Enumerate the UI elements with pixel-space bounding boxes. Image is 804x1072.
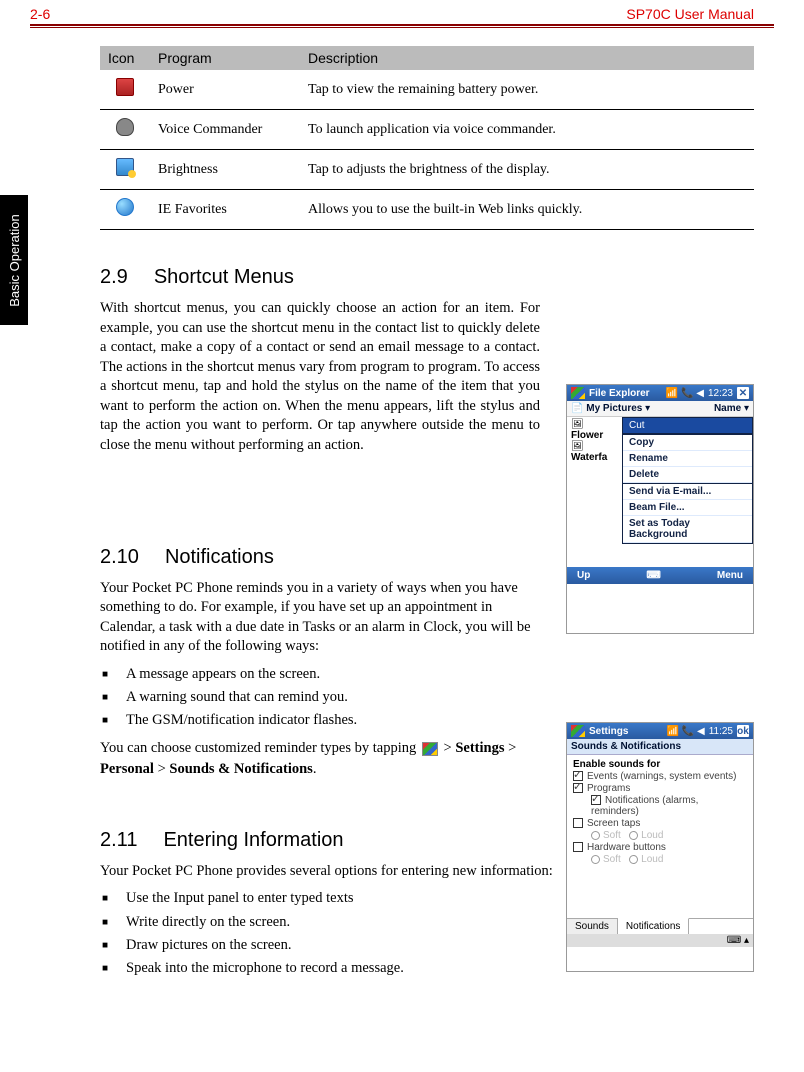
radio-loud: Loud — [641, 830, 663, 841]
section-number: 2.9 — [100, 266, 128, 289]
radio-icon — [629, 831, 638, 840]
opt-events: Events (warnings, system events) — [587, 771, 737, 782]
personal-label: Personal — [100, 761, 154, 777]
radio-soft: Soft — [603, 854, 621, 865]
text: > — [440, 740, 455, 756]
manual-title: SP70C User Manual — [626, 6, 754, 22]
radio-icon — [591, 831, 600, 840]
clock: 12:23 — [708, 388, 733, 399]
radio-loud: Loud — [641, 854, 663, 865]
section-title: Shortcut Menus — [154, 266, 294, 289]
col-program: Program — [150, 46, 300, 70]
context-email: Send via E-mail... — [623, 484, 752, 500]
list-item: The GSM/notification indicator flashes. — [100, 709, 540, 732]
list-item: Write directly on the screen. — [100, 911, 754, 934]
sounds-label: Sounds & Notifications — [169, 761, 312, 777]
checkbox-icon — [573, 783, 583, 793]
program-name: Voice Commander — [150, 110, 300, 150]
sort-label: Name — [714, 403, 741, 414]
panel-title: Sounds & Notifications — [567, 739, 753, 755]
context-cut: Cut — [622, 417, 753, 434]
programs-table: Icon Program Description Power Tap to vi… — [100, 46, 754, 230]
text: > — [504, 740, 516, 756]
folder-name: My Pictures — [586, 403, 642, 414]
section-title: Entering Information — [163, 829, 343, 852]
window-title: File Explorer — [589, 388, 650, 399]
context-rename: Rename — [623, 451, 752, 467]
text: > — [154, 761, 169, 777]
program-name: Brightness — [150, 150, 300, 190]
enable-label: Enable sounds for — [573, 759, 747, 770]
program-name: IE Favorites — [150, 190, 300, 230]
section-number: 2.10 — [100, 546, 139, 569]
clock: 11:25 — [709, 726, 733, 737]
program-desc: Allows you to use the built-in Web links… — [300, 190, 754, 230]
col-icon: Icon — [100, 46, 150, 70]
section-2-9-heading: 2.9 Shortcut Menus — [100, 266, 754, 289]
text: You can choose customized reminder types… — [100, 740, 420, 756]
radio-icon — [591, 855, 600, 864]
notifications-list: A message appears on the screen. A warni… — [100, 663, 540, 733]
softkey-up: Up — [577, 570, 590, 581]
radio-icon — [629, 855, 638, 864]
list-item: Use the Input panel to enter typed texts — [100, 887, 754, 910]
window-title: Settings — [589, 726, 628, 737]
table-row: IE Favorites Allows you to use the built… — [100, 190, 754, 230]
context-delete: Delete — [623, 467, 752, 483]
page-number: 2-6 — [30, 6, 50, 22]
item-flower: Flower — [571, 430, 603, 441]
reminder-path: You can choose customized reminder types… — [100, 738, 540, 779]
section-2-9-body: With shortcut menus, you can quickly cho… — [100, 299, 540, 456]
opt-notifications: Notifications (alarms, reminders) — [591, 795, 698, 817]
program-desc: To launch application via voice commande… — [300, 110, 754, 150]
keyboard-icon: ⌨ — [646, 570, 660, 581]
program-desc: Tap to view the remaining battery power. — [300, 70, 754, 110]
col-description: Description — [300, 46, 754, 70]
item-waterfa: Waterfa — [571, 452, 607, 463]
input-options-list: Use the Input panel to enter typed texts… — [100, 887, 754, 980]
table-row: Voice Commander To launch application vi… — [100, 110, 754, 150]
section-title: Notifications — [165, 546, 274, 569]
section-number: 2.11 — [100, 829, 137, 852]
context-copy: Copy — [623, 435, 752, 451]
context-beam: Beam File... — [623, 500, 752, 516]
section-2-10-intro: Your Pocket PC Phone reminds you in a va… — [100, 579, 540, 657]
table-row: Power Tap to view the remaining battery … — [100, 70, 754, 110]
settings-label: Settings — [455, 740, 504, 756]
file-explorer-screenshot: File Explorer 📶 📞 ◀12:23✕ 📄 My Pictures … — [566, 384, 754, 634]
program-desc: Tap to adjusts the brightness of the dis… — [300, 150, 754, 190]
start-flag-icon — [571, 387, 585, 399]
start-flag-icon — [571, 725, 585, 737]
radio-soft: Soft — [603, 830, 621, 841]
list-item: Speak into the microphone to record a me… — [100, 957, 754, 980]
program-name: Power — [150, 70, 300, 110]
list-item: A warning sound that can remind you. — [100, 686, 540, 709]
list-item: Draw pictures on the screen. — [100, 934, 754, 957]
opt-screentaps: Screen taps — [587, 818, 640, 829]
start-flag-icon — [422, 742, 438, 756]
softkey-menu: Menu — [717, 570, 743, 581]
ok-button: ok — [737, 725, 749, 737]
checkbox-icon — [573, 842, 583, 852]
close-icon: ✕ — [737, 387, 749, 399]
voice-icon — [116, 118, 134, 136]
list-item: A message appears on the screen. — [100, 663, 540, 686]
checkbox-icon — [591, 795, 601, 805]
text: . — [313, 761, 317, 777]
context-background: Set as Today Background — [623, 516, 752, 543]
power-icon — [116, 78, 134, 96]
opt-hardware: Hardware buttons — [587, 842, 666, 853]
brightness-icon — [116, 158, 134, 176]
table-row: Brightness Tap to adjusts the brightness… — [100, 150, 754, 190]
checkbox-icon — [573, 818, 583, 828]
globe-icon — [116, 198, 134, 216]
